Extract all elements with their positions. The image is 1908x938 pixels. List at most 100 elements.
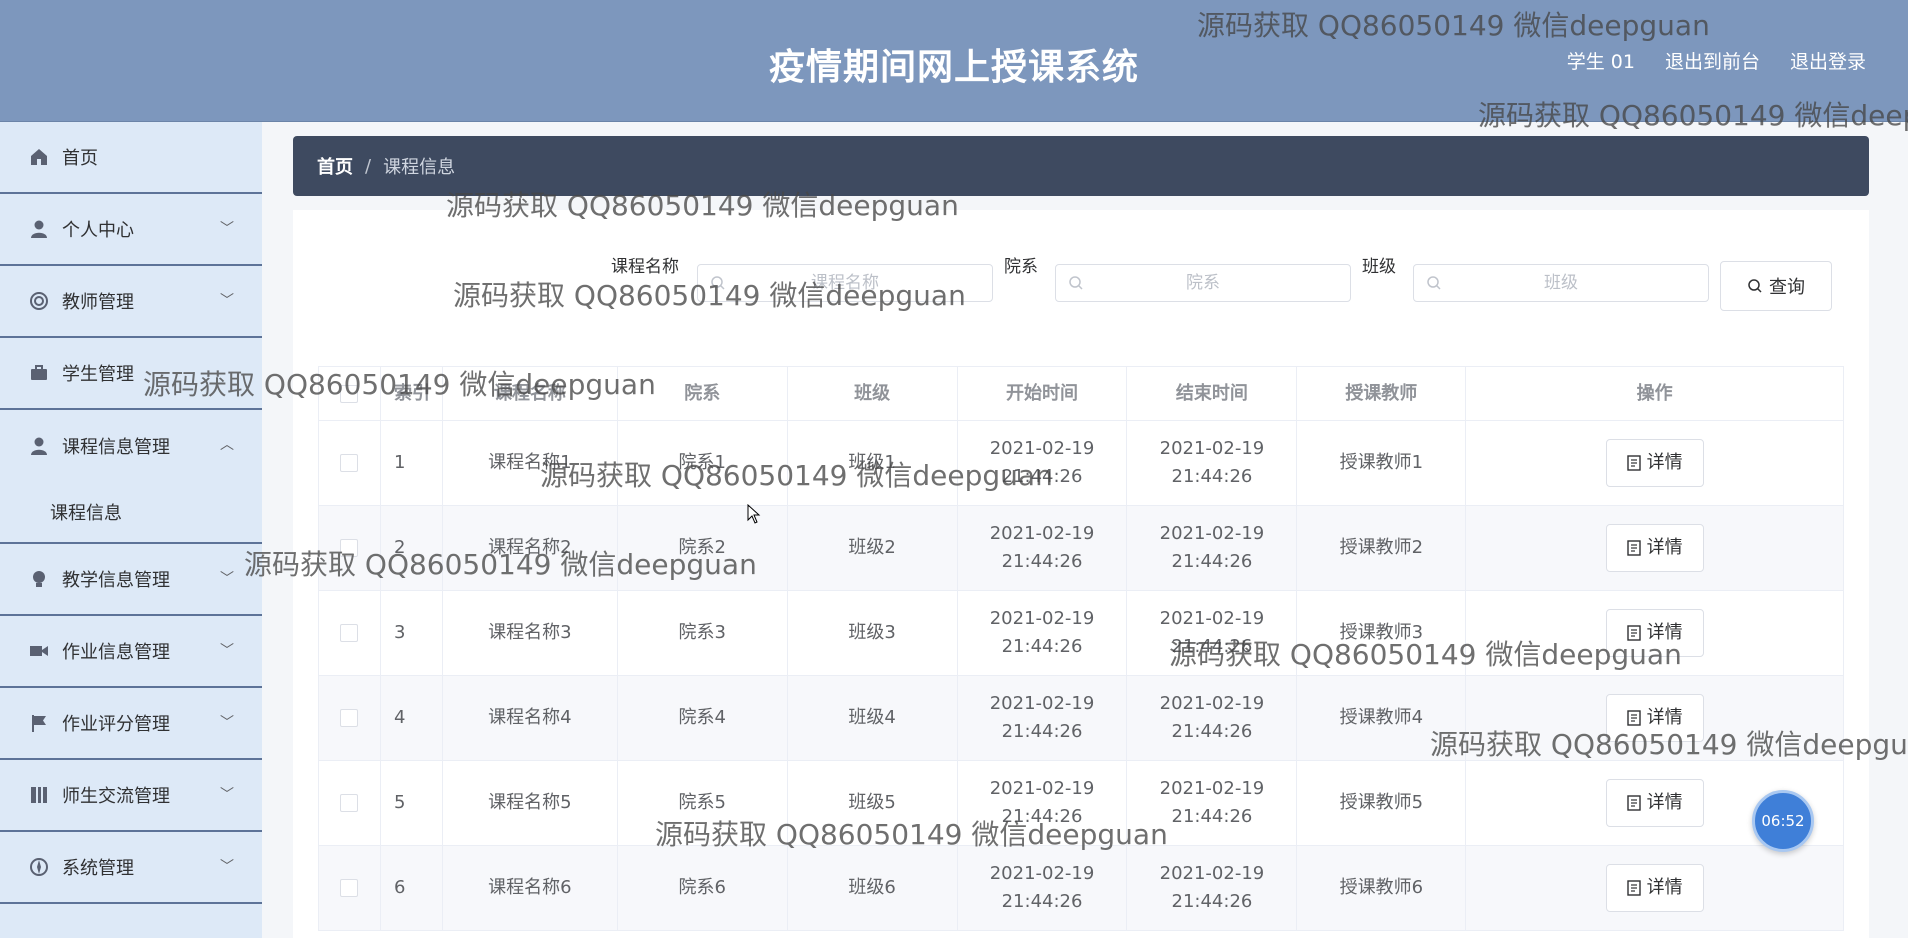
document-icon [1626, 880, 1641, 896]
query-button[interactable]: 查询 [1720, 261, 1832, 311]
current-user-link[interactable]: 学生 01 [1567, 47, 1635, 74]
sidebar-item-home[interactable]: 首页 [0, 122, 262, 194]
detail-button-label: 详情 [1646, 622, 1683, 643]
class-label: 班级 [1362, 257, 1396, 277]
row-checkbox[interactable] [340, 879, 359, 897]
department-cell: 院系4 [618, 676, 788, 760]
select-all-checkbox[interactable] [340, 384, 359, 403]
table-row: 3 课程名称3 院系3 班级3 2021-02-19 21:44:26 2021-02-1… [319, 591, 1845, 676]
department-cell: 院系6 [618, 846, 788, 930]
search-icon [711, 276, 725, 290]
breadcrumb-separator: / [365, 155, 372, 177]
back-to-front-link[interactable]: 退出到前台 [1665, 47, 1760, 74]
teacher-cell: 授课教师5 [1297, 761, 1467, 845]
detail-button-label: 详情 [1646, 707, 1683, 728]
index-cell: 4 [381, 676, 443, 760]
table-row: 6 课程名称6 院系6 班级6 2021-02-19 21:44:26 2021-02-1… [319, 846, 1845, 931]
index-cell: 6 [381, 846, 443, 930]
sidebar-subitem-course-info[interactable]: 课程信息 [0, 482, 262, 544]
end-time-cell: 2021-02-19 21:44:26 [1127, 506, 1298, 590]
sidebar-item-label: 教学信息管理 [62, 570, 170, 591]
detail-button[interactable]: 详情 [1605, 609, 1704, 657]
actions-cell: 详情 [1466, 676, 1845, 760]
sidebar-item-label: 学生管理 [62, 364, 134, 385]
index-cell: 5 [381, 761, 443, 845]
detail-button-label: 详情 [1646, 537, 1683, 558]
course-table: 索引 课程名称 院系 班级 开始时间 结束时间 授课教师 操作 1 课程名称1 院系… [318, 366, 1845, 931]
search-bar: 课程名称 院系 班级 查询 [293, 236, 1869, 311]
actions-cell: 详情 [1466, 846, 1845, 930]
column-header[interactable]: 授课教师 [1297, 367, 1467, 420]
user-links: 学生 01 退出到前台 退出登录 [1567, 47, 1866, 74]
department-input[interactable] [1056, 265, 1350, 301]
sidebar-item-label: 个人中心 [62, 220, 134, 241]
row-checkbox[interactable] [340, 454, 359, 472]
course-name-cell: 课程名称1 [443, 421, 618, 505]
video-camera-icon [28, 640, 50, 662]
detail-button[interactable]: 详情 [1605, 524, 1704, 572]
sidebar-item-system[interactable]: 系统管理 ﹀ [0, 832, 262, 904]
column-header[interactable]: 开始时间 [958, 367, 1128, 420]
row-checkbox[interactable] [340, 794, 359, 812]
timer-badge[interactable]: 06:52 [1752, 790, 1814, 852]
detail-button-label: 详情 [1646, 792, 1683, 813]
sidebar-item-label: 首页 [62, 148, 98, 169]
notebook-icon [28, 784, 50, 806]
column-header[interactable]: 索引 [381, 367, 443, 420]
sidebar-item-homework-grading[interactable]: 作业评分管理 ﹀ [0, 688, 262, 760]
column-header[interactable]: 院系 [618, 367, 788, 420]
checkbox-cell [319, 421, 381, 505]
document-icon [1626, 625, 1641, 641]
sidebar-item-profile[interactable]: 个人中心 ﹀ [0, 194, 262, 266]
department-field[interactable] [1055, 264, 1351, 302]
breadcrumb-current: 课程信息 [383, 157, 456, 178]
index-cell: 3 [381, 591, 443, 675]
compass-icon [28, 856, 50, 878]
detail-button[interactable]: 详情 [1605, 779, 1704, 827]
chevron-down-icon: ﹀ [220, 571, 234, 587]
sidebar-item-label: 作业评分管理 [62, 714, 170, 735]
detail-button[interactable]: 详情 [1605, 694, 1704, 742]
row-checkbox[interactable] [340, 539, 359, 557]
chevron-down-icon: ﹀ [220, 715, 234, 731]
table-row: 2 课程名称2 院系2 班级2 2021-02-19 21:44:26 2021-02-1… [319, 506, 1845, 591]
document-icon [1626, 455, 1641, 471]
detail-button[interactable]: 详情 [1605, 439, 1704, 487]
course-name-input[interactable] [698, 265, 992, 301]
row-checkbox[interactable] [340, 709, 359, 727]
logout-link[interactable]: 退出登录 [1790, 47, 1866, 74]
class-field[interactable] [1413, 264, 1709, 302]
detail-button[interactable]: 详情 [1605, 864, 1704, 912]
sidebar-item-teachers[interactable]: 教师管理 ﹀ [0, 266, 262, 338]
class-cell: 班级6 [788, 846, 958, 930]
checkbox-cell [319, 846, 381, 930]
query-button-label: 查询 [1769, 277, 1805, 298]
sidebar-item-course-management[interactable]: 课程信息管理 ︿ [0, 410, 262, 482]
column-header[interactable]: 班级 [788, 367, 958, 420]
column-header[interactable]: 结束时间 [1127, 367, 1298, 420]
detail-button-label: 详情 [1646, 452, 1683, 473]
table-header-row: 索引 课程名称 院系 班级 开始时间 结束时间 授课教师 操作 [319, 367, 1845, 421]
course-name-cell: 课程名称5 [443, 761, 618, 845]
start-time-cell: 2021-02-19 21:44:26 [958, 846, 1128, 930]
start-time-cell: 2021-02-19 21:44:26 [958, 591, 1128, 675]
teacher-cell: 授课教师6 [1297, 846, 1467, 930]
chevron-down-icon: ﹀ [220, 787, 234, 803]
sidebar-item-communication[interactable]: 师生交流管理 ﹀ [0, 760, 262, 832]
breadcrumb-home[interactable]: 首页 [317, 153, 353, 179]
teacher-cell: 授课教师3 [1297, 591, 1467, 675]
document-icon [1626, 795, 1641, 811]
actions-cell: 详情 [1466, 421, 1845, 505]
sidebar-item-teaching-info[interactable]: 教学信息管理 ﹀ [0, 544, 262, 616]
search-icon [1069, 276, 1083, 290]
sidebar-item-label: 教师管理 [62, 292, 134, 313]
sidebar-item-students[interactable]: 学生管理 [0, 338, 262, 410]
sidebar-item-homework-info[interactable]: 作业信息管理 ﹀ [0, 616, 262, 688]
top-header: 疫情期间网上授课系统 学生 01 退出到前台 退出登录 [0, 0, 1908, 122]
class-cell: 班级2 [788, 506, 958, 590]
course-name-field[interactable] [697, 264, 993, 302]
class-input[interactable] [1414, 265, 1708, 301]
column-header[interactable]: 课程名称 [443, 367, 618, 420]
detail-button-label: 详情 [1646, 877, 1683, 898]
row-checkbox[interactable] [340, 624, 359, 642]
